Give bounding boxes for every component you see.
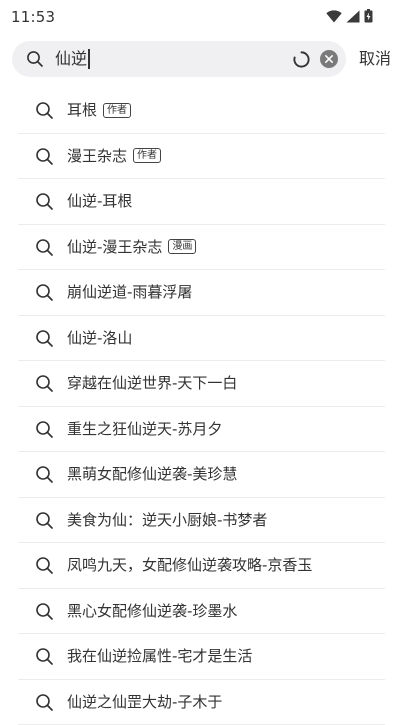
- text-caret: [88, 49, 90, 69]
- suggestion-content: 美食为仙：逆天小厨娘-书梦者: [67, 510, 267, 530]
- search-icon: [35, 647, 54, 666]
- signal-icon: [346, 10, 360, 23]
- status-bar: 11:53: [0, 0, 413, 34]
- search-icon: [35, 465, 54, 484]
- suggestion-content: 凤鸣九天，女配修仙逆袭攻略-京香玉: [67, 555, 312, 575]
- list-item[interactable]: 仙逆-耳根: [0, 179, 413, 225]
- list-item[interactable]: 漫王杂志作者: [0, 134, 413, 180]
- search-icon: [35, 329, 54, 348]
- suggestion-content: 崩仙逆道-雨暮浮屠: [67, 282, 192, 302]
- suggestion-label: 仙逆-漫王杂志: [67, 237, 162, 257]
- suggestion-content: 仙逆-洛山: [67, 328, 132, 348]
- list-item[interactable]: 穿越在仙逆世界-天下一白: [0, 361, 413, 407]
- wifi-icon: [326, 10, 342, 23]
- suggestion-content: 仙逆-漫王杂志漫画: [67, 237, 196, 257]
- search-icon: [35, 693, 54, 712]
- list-item[interactable]: 仙逆之仙罡大劫-子木于: [0, 680, 413, 725]
- list-item[interactable]: 耳根作者: [0, 88, 413, 134]
- search-icon: [26, 50, 44, 68]
- list-item[interactable]: 我在仙逆捡属性-宅才是生活: [0, 634, 413, 680]
- search-icon: [35, 374, 54, 393]
- suggestion-content: 黑萌女配修仙逆袭-美珍慧: [67, 464, 237, 484]
- suggestion-content: 漫王杂志作者: [67, 146, 161, 166]
- status-time: 11:53: [11, 8, 55, 26]
- loading-spinner-icon: [292, 50, 311, 69]
- category-tag: 作者: [103, 103, 131, 118]
- suggestion-list: 耳根作者漫王杂志作者仙逆-耳根仙逆-漫王杂志漫画崩仙逆道-雨暮浮屠仙逆-洛山穿越…: [0, 88, 413, 725]
- search-icon: [35, 556, 54, 575]
- list-item[interactable]: 崩仙逆道-雨暮浮屠: [0, 270, 413, 316]
- search-icon: [35, 283, 54, 302]
- category-tag: 漫画: [168, 239, 196, 254]
- suggestion-content: 穿越在仙逆世界-天下一白: [67, 373, 237, 393]
- cancel-button[interactable]: 取消: [359, 49, 391, 69]
- suggestion-label: 仙逆-洛山: [67, 328, 132, 348]
- suggestion-label: 仙逆之仙罡大劫-子木于: [67, 692, 222, 712]
- suggestion-label: 漫王杂志: [67, 146, 127, 166]
- search-icon: [35, 101, 54, 120]
- suggestion-label: 黑心女配修仙逆袭-珍墨水: [67, 601, 237, 621]
- search-icon: [35, 147, 54, 166]
- suggestion-label: 美食为仙：逆天小厨娘-书梦者: [67, 510, 267, 530]
- suggestion-label: 崩仙逆道-雨暮浮屠: [67, 282, 192, 302]
- list-item[interactable]: 仙逆-洛山: [0, 316, 413, 362]
- search-input[interactable]: 仙逆: [12, 41, 346, 77]
- search-icon: [35, 511, 54, 530]
- suggestion-content: 仙逆之仙罡大劫-子木于: [67, 692, 222, 712]
- suggestion-content: 仙逆-耳根: [67, 191, 132, 211]
- suggestion-label: 穿越在仙逆世界-天下一白: [67, 373, 237, 393]
- search-query-text: 仙逆: [55, 49, 87, 69]
- search-icon: [35, 420, 54, 439]
- suggestion-label: 我在仙逆捡属性-宅才是生活: [67, 646, 252, 666]
- suggestion-content: 黑心女配修仙逆袭-珍墨水: [67, 601, 237, 621]
- search-query[interactable]: 仙逆: [55, 49, 90, 69]
- suggestion-content: 耳根作者: [67, 100, 131, 120]
- suggestion-label: 仙逆-耳根: [67, 191, 132, 211]
- category-tag: 作者: [133, 148, 161, 163]
- search-bar: 仙逆 取消: [0, 40, 413, 84]
- list-item[interactable]: 美食为仙：逆天小厨娘-书梦者: [0, 498, 413, 544]
- list-item[interactable]: 凤鸣九天，女配修仙逆袭攻略-京香玉: [0, 543, 413, 589]
- list-item[interactable]: 仙逆-漫王杂志漫画: [0, 225, 413, 271]
- list-item[interactable]: 黑萌女配修仙逆袭-美珍慧: [0, 452, 413, 498]
- search-icon: [35, 192, 54, 211]
- suggestion-content: 重生之狂仙逆天-苏月夕: [67, 419, 222, 439]
- search-icon: [35, 238, 54, 257]
- suggestion-content: 我在仙逆捡属性-宅才是生活: [67, 646, 252, 666]
- list-item[interactable]: 重生之狂仙逆天-苏月夕: [0, 407, 413, 453]
- search-icon: [35, 602, 54, 621]
- battery-icon: [364, 9, 373, 23]
- suggestion-label: 重生之狂仙逆天-苏月夕: [67, 419, 222, 439]
- suggestion-label: 黑萌女配修仙逆袭-美珍慧: [67, 464, 237, 484]
- suggestion-label: 凤鸣九天，女配修仙逆袭攻略-京香玉: [67, 555, 312, 575]
- list-item[interactable]: 黑心女配修仙逆袭-珍墨水: [0, 589, 413, 635]
- clear-icon[interactable]: [320, 50, 338, 68]
- status-icons: [326, 9, 373, 23]
- suggestion-label: 耳根: [67, 100, 97, 120]
